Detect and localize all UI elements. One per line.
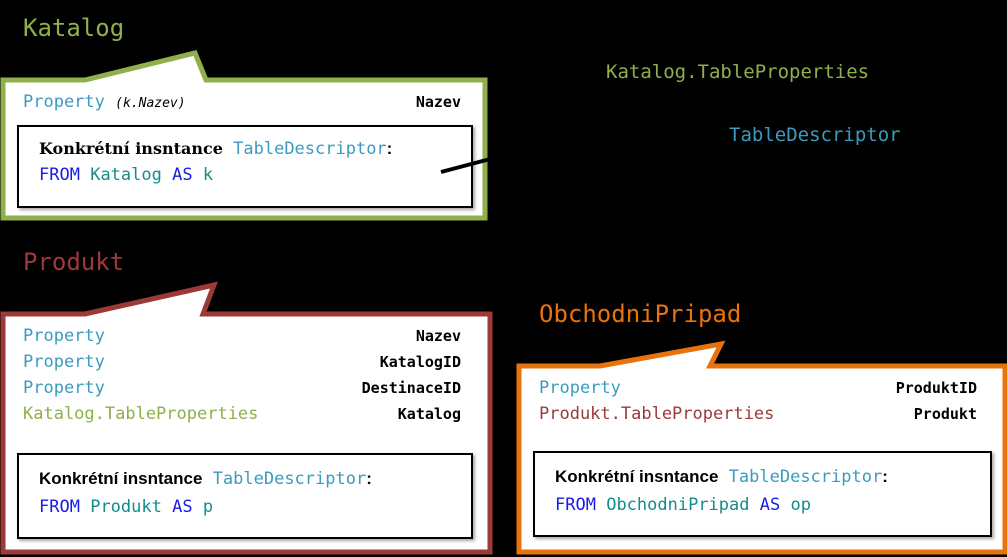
connector-line bbox=[440, 156, 495, 174]
connector-layer bbox=[440, 156, 495, 174]
